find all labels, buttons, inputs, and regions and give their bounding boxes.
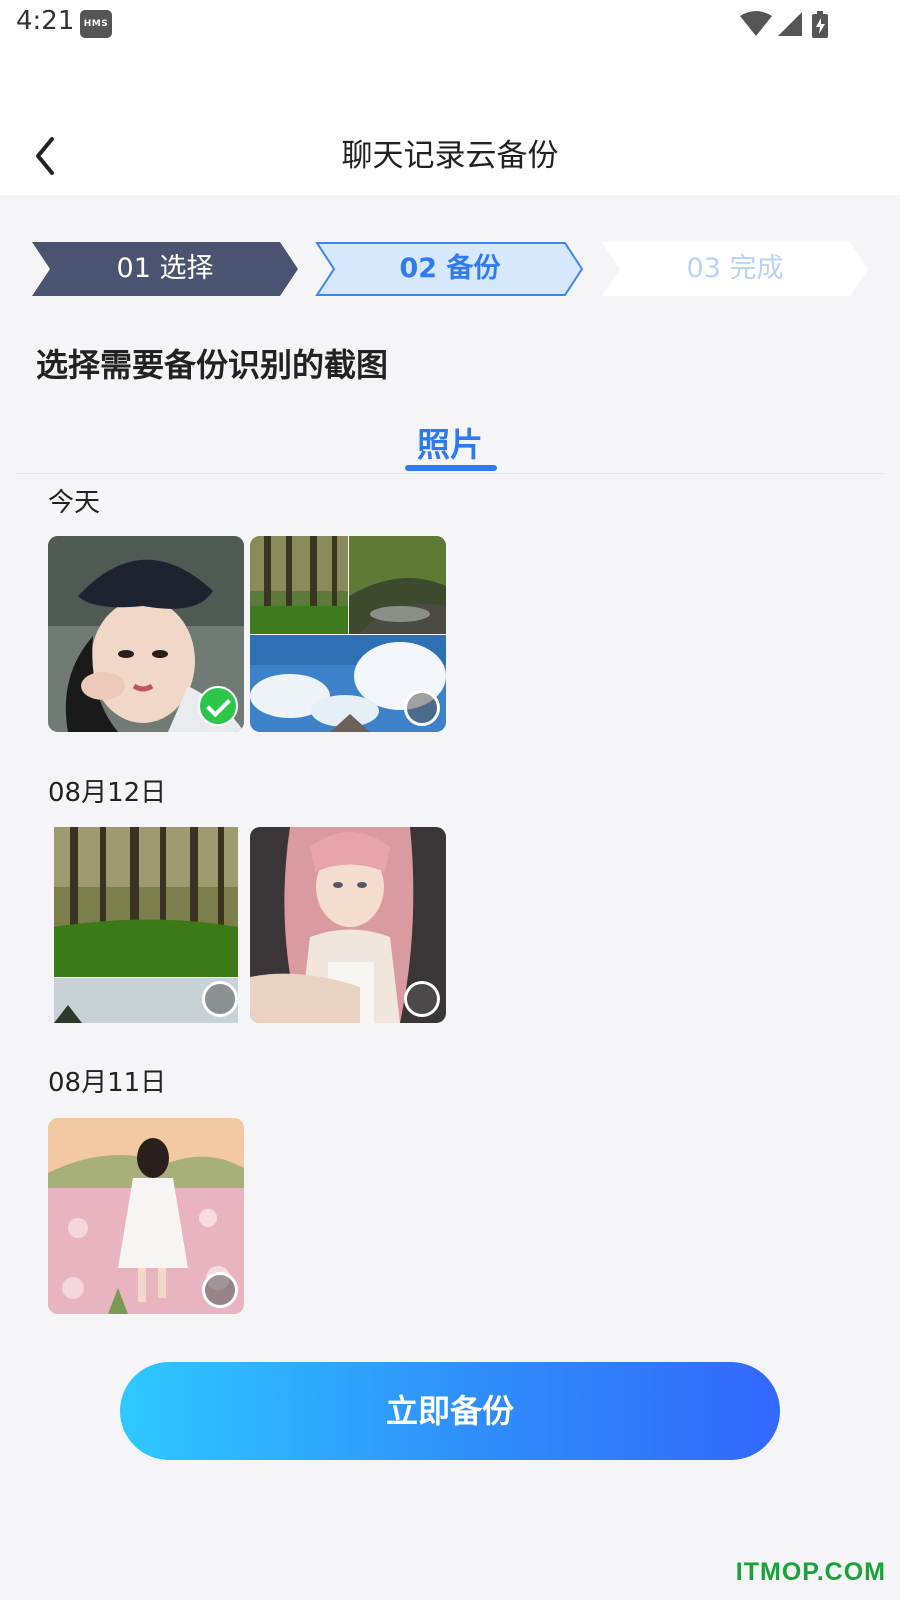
- step-select-label: 01 选择: [116, 253, 214, 284]
- photo-thumbnail[interactable]: [48, 827, 244, 1023]
- step-complete-label: 03 完成: [686, 253, 784, 284]
- step-select: 01 选择: [30, 242, 300, 296]
- status-bar: 4:21 HMS: [0, 0, 900, 60]
- step-backup-label: 02 备份: [399, 253, 501, 284]
- select-circle-icon[interactable]: [404, 690, 440, 726]
- tab-divider: [16, 473, 884, 474]
- step-indicator: 01 选择 02 备份 03 完成: [30, 242, 870, 298]
- battery-charging-icon: [812, 11, 828, 38]
- select-circle-icon[interactable]: [202, 1272, 238, 1308]
- watermark-logo: ITMOP.COM: [735, 1558, 886, 1586]
- status-icons: [740, 11, 828, 38]
- signal-icon: [778, 12, 802, 36]
- group-date-today: 今天: [48, 488, 101, 518]
- select-circle-icon[interactable]: [404, 981, 440, 1017]
- step-complete: 03 完成: [600, 242, 870, 296]
- step-backup: 02 备份: [315, 242, 585, 296]
- photo-thumbnail[interactable]: [48, 1118, 244, 1314]
- photo-thumbnail[interactable]: [250, 827, 446, 1023]
- backup-now-button[interactable]: 立即备份: [120, 1362, 780, 1460]
- selected-check-icon[interactable]: [198, 686, 238, 726]
- page-title: 聊天记录云备份: [341, 138, 559, 174]
- tab-underline: [405, 465, 497, 471]
- group-date-0812: 08月12日: [48, 778, 167, 808]
- hms-badge: HMS: [80, 10, 112, 38]
- tab-photos[interactable]: 照片: [400, 418, 500, 466]
- wifi-icon: [740, 11, 772, 36]
- group-date-0811: 08月11日: [48, 1068, 167, 1098]
- photo-thumbnail[interactable]: [250, 536, 446, 732]
- section-title: 选择需要备份识别的截图: [36, 346, 389, 384]
- photo-thumbnail[interactable]: [48, 536, 244, 732]
- select-circle-icon[interactable]: [202, 981, 238, 1017]
- status-time: 4:21: [16, 6, 75, 36]
